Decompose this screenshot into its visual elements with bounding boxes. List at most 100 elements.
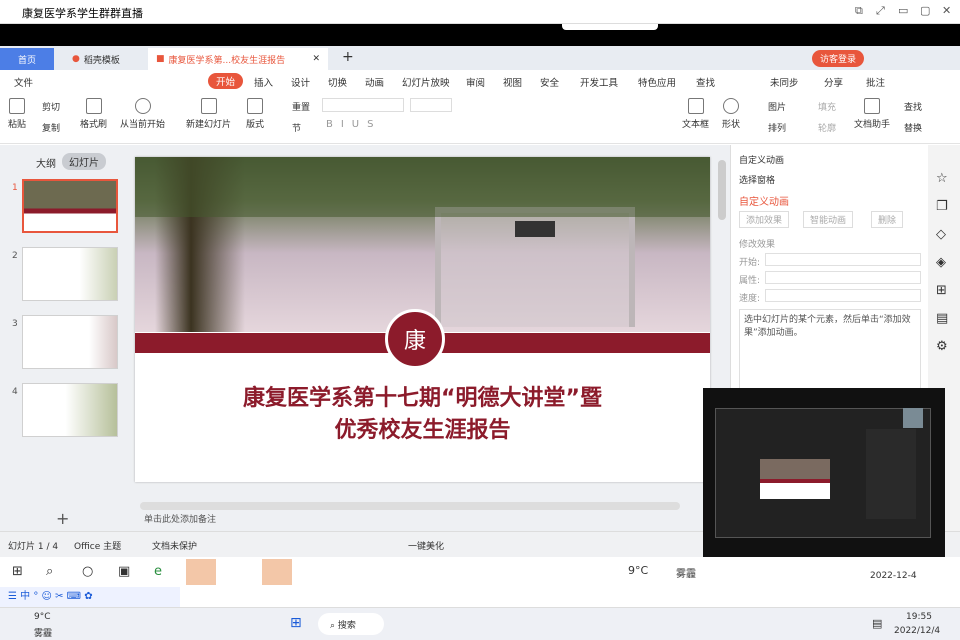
paste-button[interactable]: 粘贴: [8, 98, 26, 130]
add-effect-button[interactable]: 添加效果: [739, 211, 790, 228]
picture-button[interactable]: 图片: [768, 100, 786, 113]
cut-button[interactable]: 剪切: [42, 100, 60, 113]
menu-comment[interactable]: 批注: [866, 75, 885, 89]
start-label: 开始:: [739, 258, 761, 268]
grid-icon[interactable]: ⊞: [936, 283, 947, 298]
settings-icon[interactable]: ⚙: [936, 339, 948, 354]
slide-thumb[interactable]: [22, 315, 118, 369]
horizontal-scrollbar[interactable]: [140, 502, 680, 510]
window-title: 康复医学系学生群群直播: [22, 7, 143, 20]
textbox-icon: [687, 98, 704, 114]
copy-button[interactable]: 复制: [42, 121, 60, 134]
doc-helper-button[interactable]: 文档助手: [854, 98, 890, 130]
mini-panel: [866, 429, 916, 519]
slide-thumb[interactable]: [22, 247, 118, 301]
start-select[interactable]: [765, 253, 921, 266]
slide-title[interactable]: 康复医学系第十七期“明德大讲堂”暨 优秀校友生涯报告: [135, 383, 710, 447]
font-size-select[interactable]: [410, 98, 452, 112]
reset-button[interactable]: 重置: [292, 100, 310, 113]
menu-slideshow[interactable]: 幻灯片放映: [402, 75, 450, 89]
slide-panel: 大纲 幻灯片 1 2 3 4 +: [0, 145, 128, 531]
find-button[interactable]: 查找: [904, 100, 922, 113]
textbox-button[interactable]: 文本框: [682, 98, 709, 130]
menu-search[interactable]: 查找: [696, 75, 715, 89]
text-format-icons[interactable]: BIUS: [326, 119, 381, 130]
menu-view[interactable]: 视图: [503, 75, 522, 89]
menu-design[interactable]: 设计: [291, 75, 310, 89]
edge-icon[interactable]: e: [154, 564, 162, 579]
search-icon[interactable]: ⌕: [46, 564, 53, 579]
restore-icon[interactable]: ⧉: [855, 4, 863, 18]
menu-dev[interactable]: 开发工具: [580, 75, 618, 89]
tab-home[interactable]: 首页: [0, 48, 54, 70]
menu-insert[interactable]: 插入: [254, 75, 273, 89]
slides-tab[interactable]: 幻灯片: [62, 153, 106, 170]
slide-thumb[interactable]: [22, 179, 118, 233]
copy-icon[interactable]: ❐: [936, 199, 948, 214]
replace-button[interactable]: 替换: [904, 121, 922, 134]
panel-title: 自定义动画: [739, 156, 785, 166]
taskview-icon[interactable]: ▣: [118, 564, 130, 579]
beautify-button[interactable]: 一键美化: [408, 539, 444, 552]
chart-icon[interactable]: ▤: [936, 311, 948, 326]
start-icon[interactable]: ⊞: [290, 615, 302, 631]
bulb-icon[interactable]: ◈: [936, 255, 946, 270]
slide-icon: [200, 98, 217, 114]
login-button[interactable]: 访客登录: [812, 50, 865, 67]
shape-icon[interactable]: ◇: [936, 227, 946, 242]
camera-pill: [562, 24, 658, 30]
notes-area[interactable]: 单击此处添加备注: [128, 512, 726, 531]
search-magnifier-icon: ⌕: [330, 621, 338, 631]
from-start-button[interactable]: 从当前开始: [120, 98, 165, 130]
new-tab-icon[interactable]: +: [342, 49, 354, 65]
layout-button[interactable]: 版式: [246, 98, 264, 130]
menu-transition[interactable]: 切换: [328, 75, 347, 89]
fill-button[interactable]: 填充: [818, 100, 836, 113]
ime-toolbar[interactable]: ☰ 中 ° ☺ ✂ ⌨ ✿: [0, 587, 180, 607]
slide-canvas[interactable]: 康 康复医学系第十七期“明德大讲堂”暨 优秀校友生涯报告: [135, 157, 710, 482]
menu-unsynced[interactable]: 未同步: [770, 75, 799, 89]
close-icon[interactable]: ✕: [942, 4, 951, 17]
maximize-icon[interactable]: ▢: [920, 4, 930, 17]
mini-slide: [760, 459, 830, 499]
section-button[interactable]: 节: [292, 121, 301, 134]
menu-special[interactable]: 特色应用: [638, 75, 676, 89]
app-taskbar-icon[interactable]: [262, 559, 292, 585]
app-taskbar-icon[interactable]: [186, 559, 216, 585]
protect-label[interactable]: 文档未保护: [152, 539, 197, 552]
font-select[interactable]: [322, 98, 404, 112]
smart-animation-button[interactable]: 智能动画: [803, 211, 854, 228]
new-slide-label: 新建幻灯片: [186, 120, 232, 130]
delete-button[interactable]: 删除: [871, 211, 904, 228]
menu-security[interactable]: 安全: [540, 75, 559, 89]
select-pane-button[interactable]: 选择窗格: [739, 173, 775, 186]
menu-animation[interactable]: 动画: [365, 75, 384, 89]
slide-title-line2: 优秀校友生涯报告: [334, 418, 511, 443]
menu-review[interactable]: 审阅: [466, 75, 485, 89]
star-icon[interactable]: ☆: [936, 171, 948, 186]
menu-start[interactable]: 开始: [208, 73, 244, 89]
format-painter-button[interactable]: 格式刷: [80, 98, 107, 130]
attr-select[interactable]: [765, 271, 921, 284]
new-slide-button[interactable]: 新建幻灯片: [186, 98, 231, 130]
tab-close-icon[interactable]: ✕: [312, 54, 320, 64]
shape-button[interactable]: 形状: [722, 98, 740, 130]
vertical-scrollbar[interactable]: [718, 160, 726, 220]
windows-icon[interactable]: ⊞: [12, 564, 23, 579]
outline-tab[interactable]: 大纲: [36, 155, 56, 170]
outline-button[interactable]: 轮廓: [818, 121, 836, 134]
tab-document[interactable]: ■ 康复医学系第...校友生涯报告 ✕: [148, 48, 328, 70]
menu-share[interactable]: 分享: [824, 75, 843, 89]
arrange-button[interactable]: 排列: [768, 121, 786, 134]
fullscreen-icon[interactable]: ⤢: [876, 4, 885, 18]
theme-label: Office 主题: [74, 542, 122, 552]
add-slide-icon[interactable]: +: [56, 509, 69, 528]
tab-template[interactable]: ● 稻壳模板: [64, 48, 128, 70]
slide-thumb[interactable]: [22, 383, 118, 437]
search-box[interactable]: ⌕ 搜索: [318, 613, 384, 635]
minimize-icon[interactable]: ▭: [898, 4, 908, 17]
speed-select[interactable]: [765, 289, 921, 302]
cortana-icon[interactable]: ○: [82, 564, 93, 579]
system-tray-icon[interactable]: ▤: [872, 617, 882, 630]
menu-file[interactable]: 文件: [14, 75, 33, 89]
